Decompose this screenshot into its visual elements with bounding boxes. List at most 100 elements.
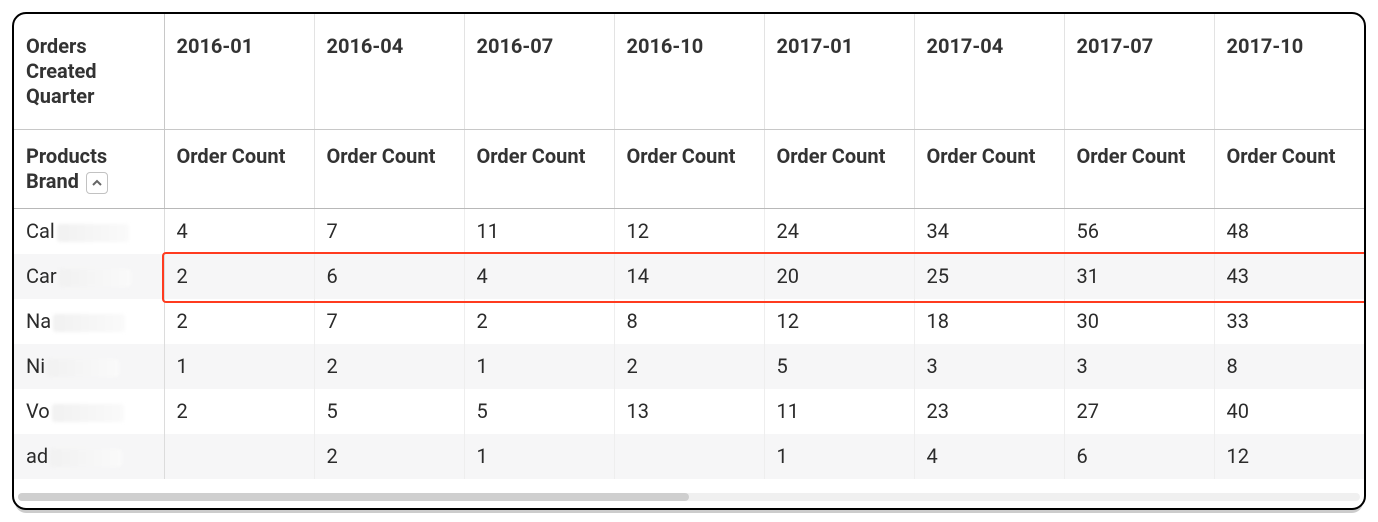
value-cell[interactable]: 3 xyxy=(1064,344,1214,389)
quarter-header[interactable]: 2016-10 xyxy=(614,14,764,130)
table-row[interactable]: Cal 47111224345648 xyxy=(14,209,1364,255)
brand-cell[interactable]: Cal xyxy=(14,209,164,255)
value-cell[interactable]: 7 xyxy=(314,209,464,255)
table-row[interactable]: ad2114612 xyxy=(14,434,1364,479)
value-cell[interactable]: 24 xyxy=(764,209,914,255)
value-cell[interactable]: 2 xyxy=(314,434,464,479)
value-cell[interactable]: 5 xyxy=(464,389,614,434)
measure-header[interactable]: Order Count xyxy=(614,130,764,209)
sort-asc-button[interactable] xyxy=(86,172,108,194)
value-cell[interactable]: 5 xyxy=(314,389,464,434)
quarter-header[interactable]: 2017-07 xyxy=(1064,14,1214,130)
value-cell[interactable]: 2 xyxy=(164,389,314,434)
value-cell[interactable]: 30 xyxy=(1064,299,1214,344)
redacted-text xyxy=(59,269,131,287)
scrollbar-track xyxy=(18,493,1360,501)
value-cell[interactable]: 40 xyxy=(1214,389,1364,434)
quarter-header[interactable]: 2017-10 xyxy=(1214,14,1364,130)
value-cell[interactable]: 8 xyxy=(614,299,764,344)
value-cell[interactable]: 6 xyxy=(1064,434,1214,479)
value-cell[interactable]: 4 xyxy=(164,209,314,255)
header-row-measure: Products Brand Order Count Order Count O… xyxy=(14,130,1364,209)
brand-cell[interactable]: ad xyxy=(14,434,164,479)
pivot-table-card: Orders Created Quarter 2016-01 2016-04 2… xyxy=(12,12,1366,510)
quarter-header[interactable]: 2016-04 xyxy=(314,14,464,130)
redacted-text xyxy=(50,449,122,467)
chevron-up-icon xyxy=(92,178,102,188)
value-cell[interactable]: 13 xyxy=(614,389,764,434)
brand-name-visible-prefix: Car xyxy=(26,264,57,288)
table-row[interactable]: Vo2551311232740 xyxy=(14,389,1364,434)
value-cell[interactable]: 4 xyxy=(914,434,1064,479)
value-cell[interactable]: 25 xyxy=(914,254,1064,299)
quarter-header[interactable]: 2017-04 xyxy=(914,14,1064,130)
value-cell[interactable]: 2 xyxy=(614,344,764,389)
measure-header[interactable]: Order Count xyxy=(314,130,464,209)
pivot-dimension-header[interactable]: Orders Created Quarter xyxy=(14,14,164,130)
value-cell[interactable]: 34 xyxy=(914,209,1064,255)
value-cell[interactable]: 18 xyxy=(914,299,1064,344)
row-dimension-header[interactable]: Products Brand xyxy=(14,130,164,209)
value-cell[interactable]: 5 xyxy=(764,344,914,389)
value-cell[interactable]: 20 xyxy=(764,254,914,299)
value-cell[interactable]: 12 xyxy=(764,299,914,344)
value-cell[interactable]: 43 xyxy=(1214,254,1364,299)
value-cell[interactable]: 1 xyxy=(464,344,614,389)
brand-name-visible-prefix: Cal xyxy=(26,219,55,243)
value-cell[interactable]: 33 xyxy=(1214,299,1364,344)
measure-header[interactable]: Order Count xyxy=(764,130,914,209)
brand-cell[interactable]: Ni xyxy=(14,344,164,389)
pivot-table: Orders Created Quarter 2016-01 2016-04 2… xyxy=(14,14,1364,479)
value-cell[interactable]: 11 xyxy=(764,389,914,434)
quarter-header[interactable]: 2017-01 xyxy=(764,14,914,130)
redacted-text xyxy=(47,359,119,377)
value-cell[interactable]: 27 xyxy=(1064,389,1214,434)
value-cell[interactable]: 14 xyxy=(614,254,764,299)
value-cell[interactable]: 31 xyxy=(1064,254,1214,299)
quarter-header[interactable]: 2016-01 xyxy=(164,14,314,130)
value-cell[interactable]: 12 xyxy=(614,209,764,255)
measure-header[interactable]: Order Count xyxy=(1064,130,1214,209)
value-cell[interactable]: 2 xyxy=(464,299,614,344)
brand-name-visible-prefix: Vo xyxy=(26,399,50,423)
header-row-quarters: Orders Created Quarter 2016-01 2016-04 2… xyxy=(14,14,1364,130)
value-cell[interactable]: 23 xyxy=(914,389,1064,434)
value-cell[interactable]: 2 xyxy=(164,254,314,299)
brand-name-visible-prefix: Na xyxy=(26,309,51,333)
value-cell[interactable]: 12 xyxy=(1214,434,1364,479)
table-row[interactable]: Car 2641420253143 xyxy=(14,254,1364,299)
quarter-header[interactable]: 2016-07 xyxy=(464,14,614,130)
scrollbar-thumb[interactable] xyxy=(18,493,689,501)
redacted-text xyxy=(53,314,125,332)
measure-header[interactable]: Order Count xyxy=(464,130,614,209)
redacted-text xyxy=(57,224,129,242)
table-row[interactable]: Ni12125338 xyxy=(14,344,1364,389)
value-cell[interactable]: 2 xyxy=(314,344,464,389)
value-cell[interactable]: 3 xyxy=(914,344,1064,389)
measure-header[interactable]: Order Count xyxy=(1214,130,1364,209)
value-cell[interactable]: 1 xyxy=(464,434,614,479)
value-cell[interactable]: 7 xyxy=(314,299,464,344)
value-cell[interactable] xyxy=(614,434,764,479)
brand-name-visible-prefix: ad xyxy=(26,444,48,468)
brand-name-visible-prefix: Ni xyxy=(26,354,45,378)
value-cell[interactable]: 48 xyxy=(1214,209,1364,255)
value-cell[interactable]: 1 xyxy=(764,434,914,479)
value-cell[interactable] xyxy=(164,434,314,479)
horizontal-scrollbar[interactable] xyxy=(14,490,1364,508)
value-cell[interactable]: 6 xyxy=(314,254,464,299)
measure-header[interactable]: Order Count xyxy=(164,130,314,209)
value-cell[interactable]: 11 xyxy=(464,209,614,255)
value-cell[interactable]: 4 xyxy=(464,254,614,299)
brand-cell[interactable]: Car xyxy=(14,254,164,299)
brand-cell[interactable]: Na xyxy=(14,299,164,344)
value-cell[interactable]: 2 xyxy=(164,299,314,344)
value-cell[interactable]: 1 xyxy=(164,344,314,389)
value-cell[interactable]: 8 xyxy=(1214,344,1364,389)
value-cell[interactable]: 56 xyxy=(1064,209,1214,255)
brand-cell[interactable]: Vo xyxy=(14,389,164,434)
measure-header[interactable]: Order Count xyxy=(914,130,1064,209)
table-scroll-area: Orders Created Quarter 2016-01 2016-04 2… xyxy=(14,14,1364,490)
table-row[interactable]: Na272812183033 xyxy=(14,299,1364,344)
redacted-text xyxy=(52,404,124,422)
